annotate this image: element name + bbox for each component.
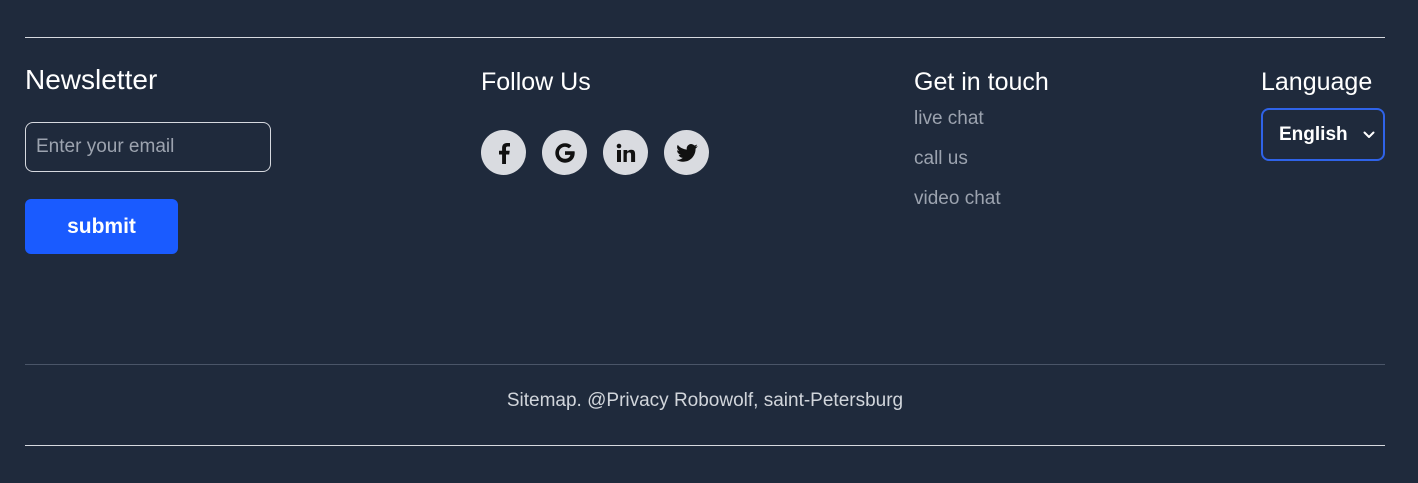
- site-footer: Newsletter submit Follow Us: [0, 0, 1418, 483]
- language-selected-value: English: [1279, 123, 1348, 145]
- newsletter-title: Newsletter: [25, 64, 158, 95]
- language-section: Language English: [1261, 64, 1385, 161]
- follow-title: Follow Us: [481, 68, 591, 96]
- top-divider: [25, 37, 1385, 38]
- contact-title: Get in touch: [914, 68, 1049, 96]
- contact-section: Get in touch live chat call us video cha…: [914, 64, 1049, 209]
- twitter-icon[interactable]: [664, 130, 709, 175]
- facebook-icon[interactable]: [481, 130, 526, 175]
- call-us-link[interactable]: call us: [914, 148, 1001, 188]
- follow-section: Follow Us: [481, 64, 709, 175]
- middle-divider: [25, 364, 1385, 365]
- language-select[interactable]: English: [1261, 108, 1385, 161]
- video-chat-link[interactable]: video chat: [914, 188, 1001, 228]
- chevron-down-icon: [1363, 131, 1375, 138]
- linkedin-icon[interactable]: [603, 130, 648, 175]
- bottom-divider: [25, 445, 1385, 446]
- copyright-text: Sitemap. @Privacy Robowolf, saint-Peters…: [506, 390, 904, 411]
- live-chat-link[interactable]: live chat: [914, 108, 1001, 148]
- social-links: [481, 130, 709, 175]
- google-icon[interactable]: [542, 130, 587, 175]
- newsletter-section: Newsletter submit: [25, 60, 271, 254]
- email-field[interactable]: [25, 122, 271, 172]
- submit-button[interactable]: submit: [25, 199, 178, 254]
- contact-links: live chat call us video chat: [914, 108, 1001, 228]
- language-title: Language: [1261, 68, 1373, 96]
